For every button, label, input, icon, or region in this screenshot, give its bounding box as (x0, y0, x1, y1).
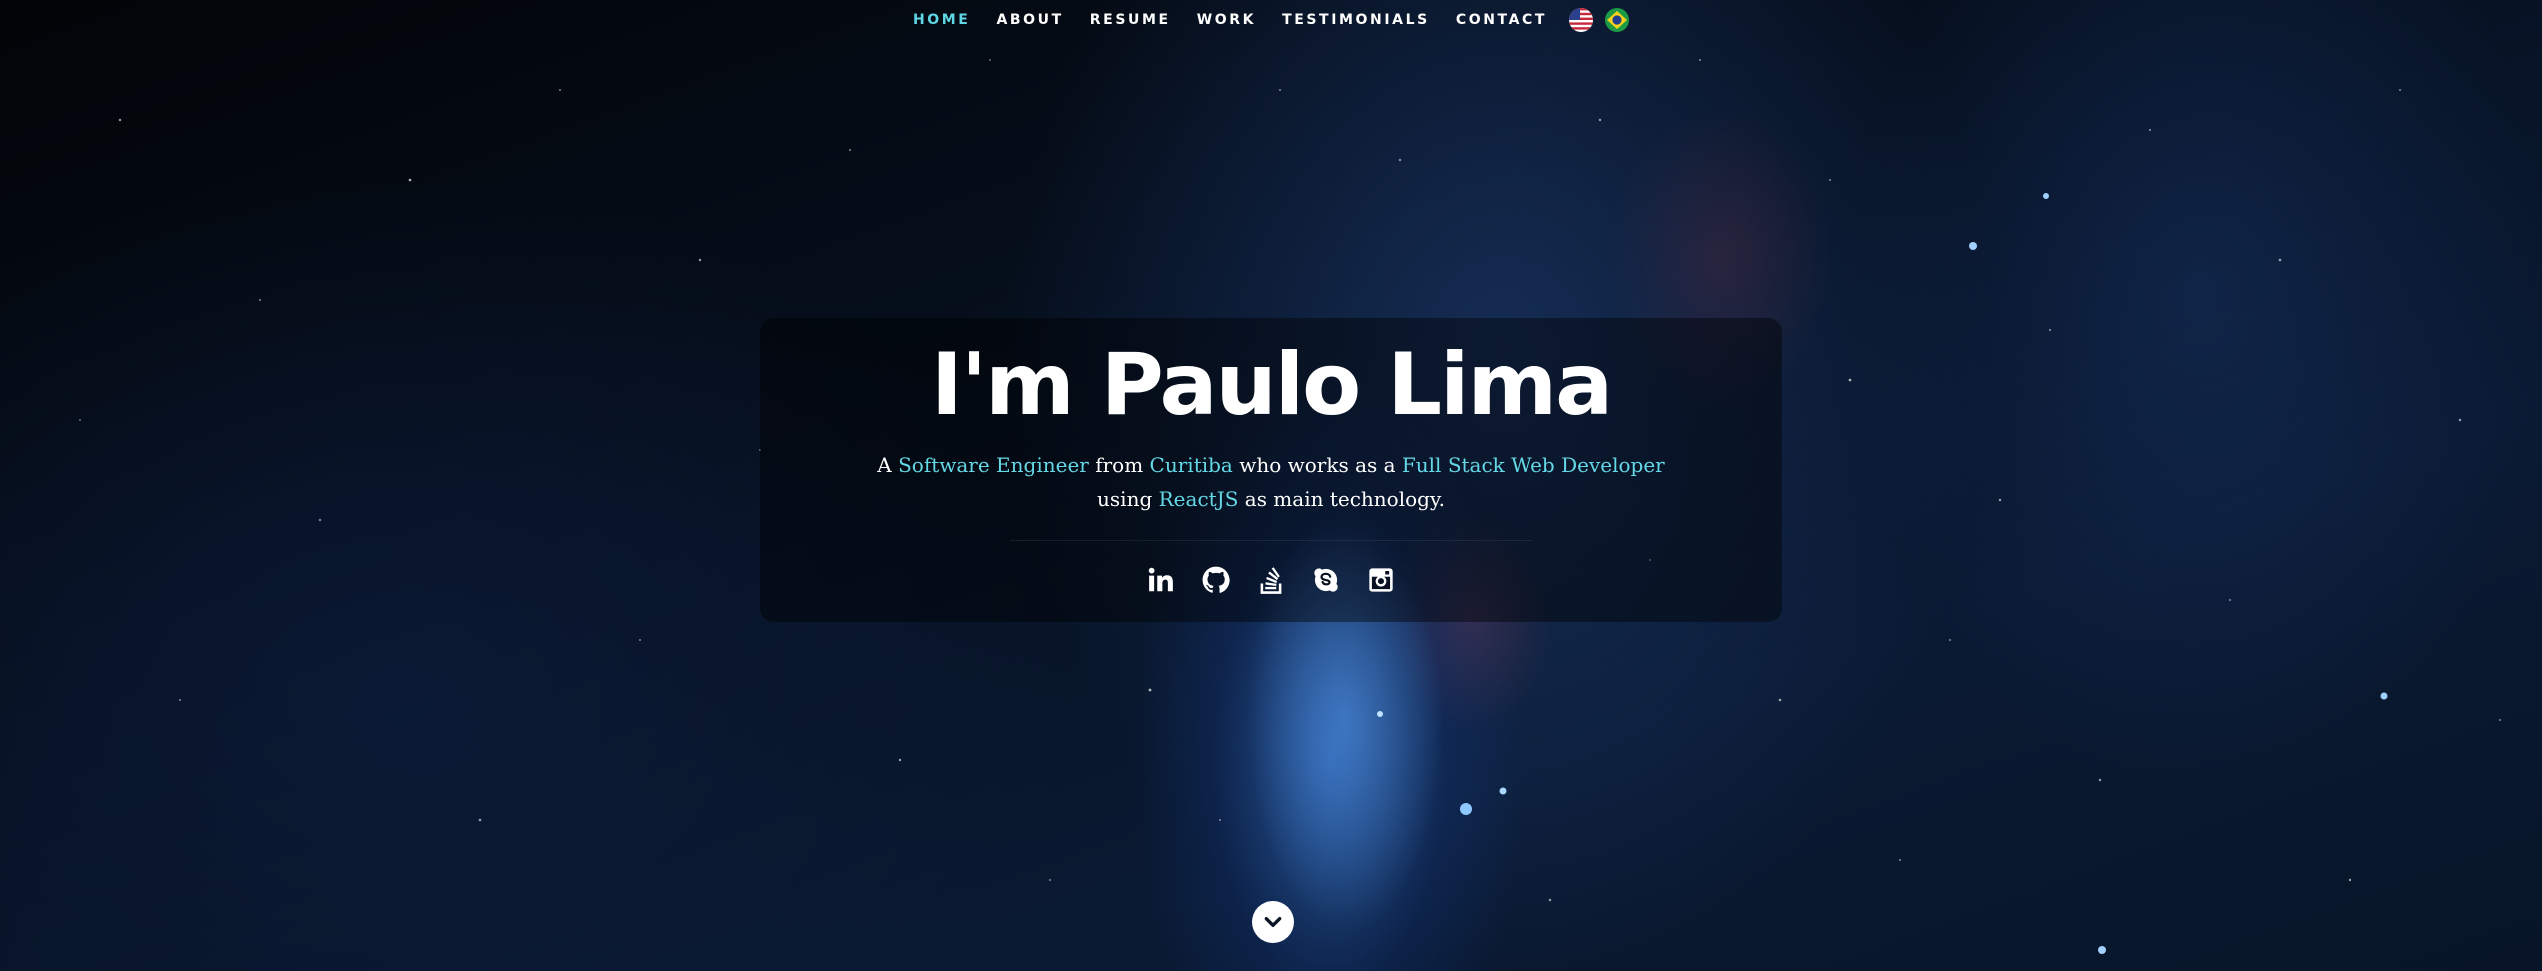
desc-highlight-city: Curitiba (1149, 453, 1233, 477)
stackoverflow-icon[interactable] (1254, 562, 1289, 597)
brazil-flag-icon[interactable] (1605, 8, 1630, 32)
hero-title: I'm Paulo Lima (930, 335, 1613, 435)
desc-text: as main technology. (1238, 487, 1445, 511)
nav-work[interactable]: WORK (1197, 12, 1256, 28)
desc-text: using (1097, 487, 1159, 511)
language-switcher (1569, 8, 1630, 32)
main-nav: HOME ABOUT RESUME WORK TESTIMONIALS CONT… (0, 0, 2542, 40)
nav-home[interactable]: HOME (913, 12, 971, 28)
desc-text: A (877, 453, 899, 477)
github-icon[interactable] (1199, 562, 1234, 597)
scroll-down-button[interactable] (1252, 901, 1294, 943)
nav-contact[interactable]: CONTACT (1456, 12, 1547, 28)
nav-testimonials[interactable]: TESTIMONIALS (1282, 12, 1430, 28)
us-flag-icon[interactable] (1569, 8, 1594, 32)
social-links (0, 562, 2542, 597)
desc-highlight-tech: ReactJS (1158, 487, 1239, 511)
nav-about[interactable]: ABOUT (996, 12, 1063, 28)
nav-resume[interactable]: RESUME (1090, 12, 1171, 28)
page: HOME ABOUT RESUME WORK TESTIMONIALS CONT… (0, 0, 2542, 971)
skype-icon[interactable] (1309, 562, 1344, 597)
instagram-icon[interactable] (1364, 562, 1399, 597)
desc-text: from (1088, 453, 1150, 477)
desc-highlight-role: Software Engineer (898, 453, 1089, 477)
desc-highlight-job: Full Stack Web Developer (1401, 453, 1665, 477)
chevron-down-icon (1264, 917, 1282, 927)
hero-description: A Software Engineer from Curitiba who wo… (821, 448, 1721, 516)
hero-divider (1010, 540, 1532, 541)
linkedin-icon[interactable] (1144, 562, 1179, 597)
desc-text: who works as a (1232, 453, 1402, 477)
